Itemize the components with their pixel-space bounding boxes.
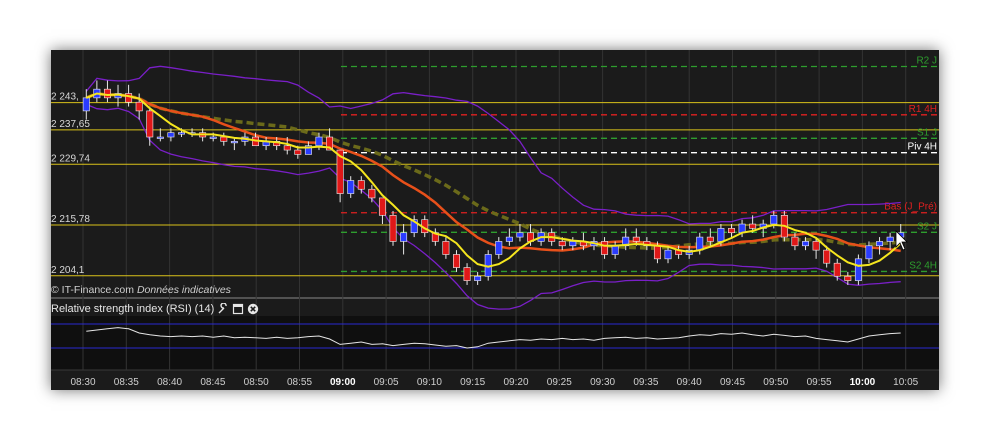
candle-body [601,241,609,255]
candle-body [315,136,323,147]
price-axis-label: 2 229,74 [51,153,90,164]
price-axis-label: 2 215,78 [51,214,90,225]
price-panel [51,50,939,298]
time-axis-label: 09:10 [417,377,442,388]
time-axis-label: 09:05 [374,377,399,388]
level-label: Piv 4H [908,142,937,153]
time-axis-label: 09:45 [720,377,745,388]
candle-body [886,236,894,242]
candle-body [103,88,111,99]
watermark-note: Données indicatives [136,284,231,296]
candle-body [294,149,302,155]
candle-body [495,241,503,255]
price-axis-label: 2 243, [51,92,79,103]
candle-body [453,254,460,268]
candle-body [664,249,672,260]
candle-body [400,232,408,242]
close-circle-icon[interactable] [247,303,259,315]
candle-body [442,241,450,255]
time-axis-label: 08:30 [70,377,95,388]
time-axis-label: 09:30 [590,377,615,388]
candle-body [653,245,661,260]
candle-body [791,236,799,247]
time-axis-label: 08:35 [114,377,139,388]
candle-body [833,262,841,277]
level-label: S2 4H [909,260,937,271]
candle-body [632,236,640,242]
watermark-text: © IT-Finance.com [51,284,135,296]
window-icon[interactable] [232,303,244,315]
time-axis-label: 08:45 [200,377,225,388]
rsi-panel-title: Relative strength index (RSI) (14) [51,302,215,315]
time-axis-label: 09:20 [503,377,528,388]
candle-body [717,228,725,242]
candle-body [146,110,154,138]
candle-body [209,136,217,139]
candle-body [357,180,365,190]
time-axis-label: 09:50 [763,377,788,388]
candle-body [230,141,238,144]
candle-body [696,236,704,251]
time-axis-label: 10:05 [893,377,918,388]
candle-body [347,180,355,194]
time-axis-label: 09:00 [330,377,356,388]
candle-body [569,241,577,247]
candle-body [706,236,714,242]
candle-body [178,132,185,135]
price-chart[interactable]: 2 243, 2 237,65 2 229,74 2 215,78 2 204,1 R2 … [51,50,939,390]
chart-window: 2 243, 2 237,65 2 229,74 2 215,78 2 204,1 R2 … [51,50,939,390]
candle-body [389,215,397,242]
candle-body [505,236,513,242]
candle-body [611,245,619,255]
candle-body [854,258,862,281]
time-axis-label: 09:25 [547,377,572,388]
price-axis-label: 2 204,1 [51,265,85,276]
candle-body [558,241,566,247]
candle-body [463,267,471,281]
level-label: S1 J [917,127,937,138]
candle-body [368,188,376,199]
level-label: R2 J [916,56,937,67]
time-axis-label: 09:15 [460,377,485,388]
time-axis-label: 08:55 [287,377,312,388]
candle-body [156,136,164,139]
time-axis-label: 09:40 [677,377,702,388]
time-axis-label: 09:55 [807,377,832,388]
candle-body [82,97,90,112]
candle-body [220,136,228,142]
candle-body [802,241,809,247]
rsi-panel-header: Relative strength index (RSI) (14) [51,300,259,317]
candle-body [283,145,291,151]
candle-body [135,101,143,112]
candle-body [749,223,757,229]
candle-body [823,249,831,264]
level-label: S2 J [917,221,937,232]
candle-body [516,232,524,238]
watermark: © IT-Finance.com Données indicatives [51,284,231,296]
price-axis-label: 2 237,65 [51,119,90,130]
candle-body [770,215,778,225]
time-axis-label: 08:40 [157,377,182,388]
candle-body [844,275,852,281]
candle-body [812,241,820,251]
candle-body [865,245,873,260]
wrench-icon[interactable] [217,302,229,315]
candle-body [728,228,735,234]
level-label: R1 4H [909,104,937,115]
candle-body [876,241,884,247]
time-axis-label: 10:00 [850,377,876,388]
candle-body [474,275,482,281]
candle-body [167,132,175,138]
time-axis-label: 08:50 [244,377,269,388]
time-axis-label: 09:35 [633,377,658,388]
candle-body [378,197,386,216]
